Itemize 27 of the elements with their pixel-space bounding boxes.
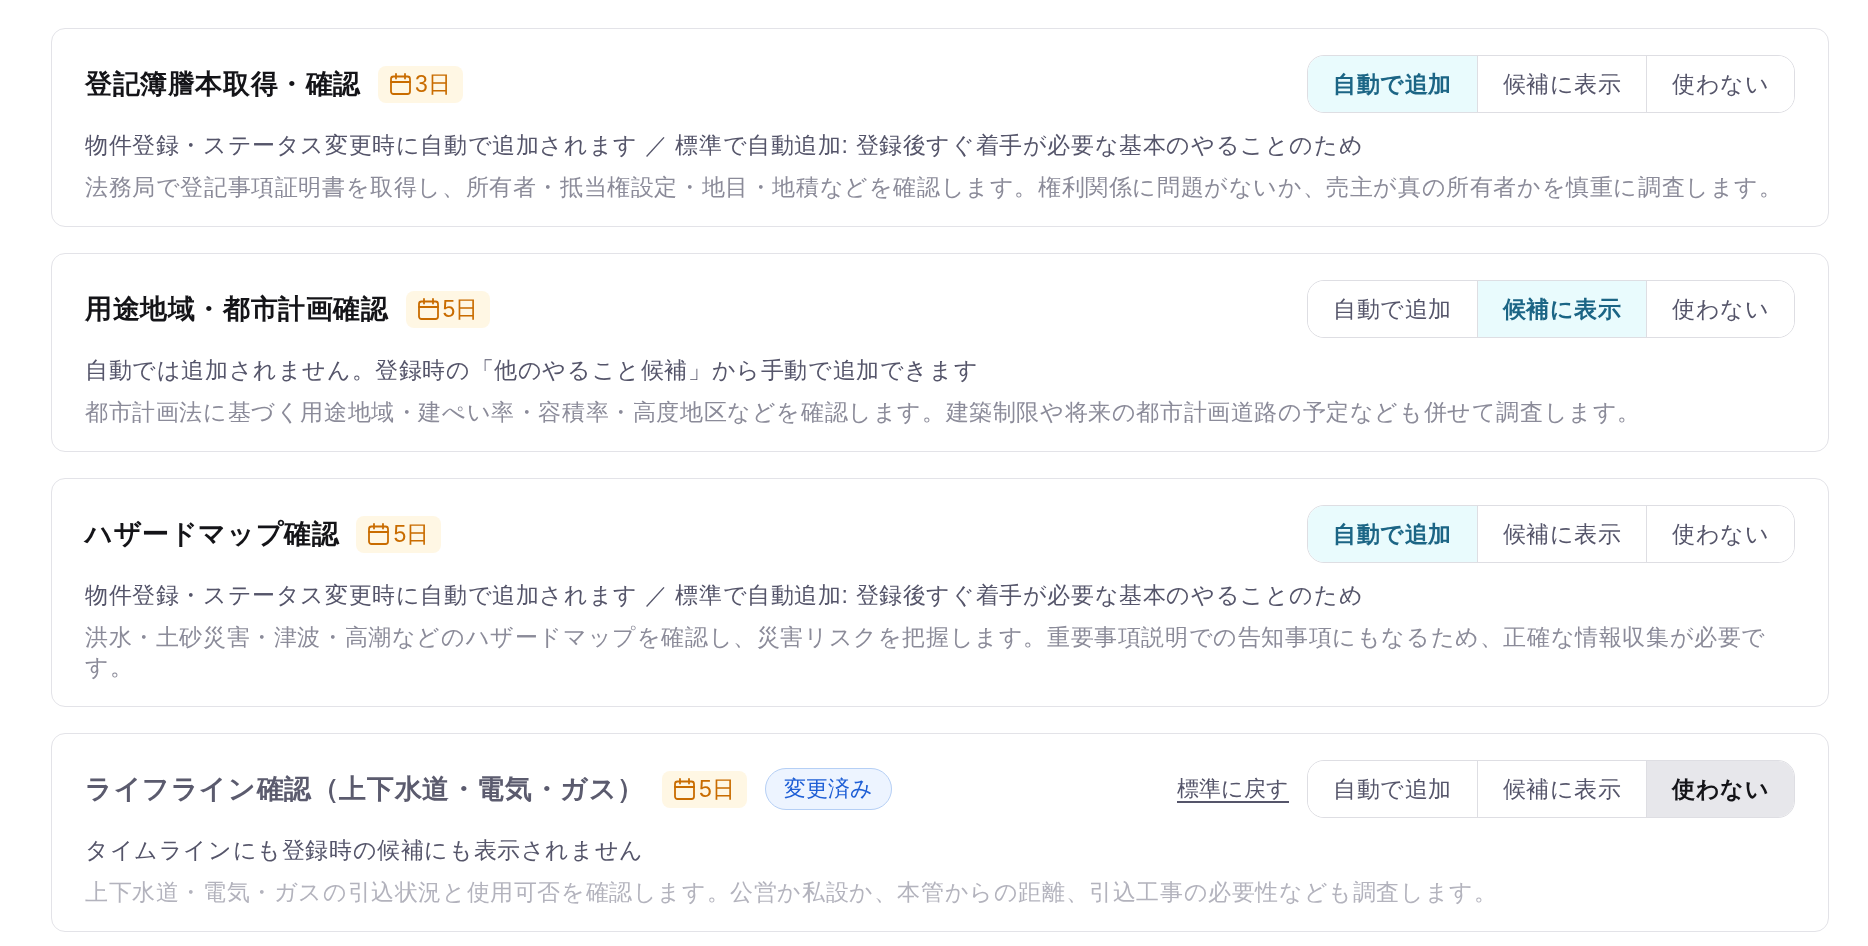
behavior-text: タイムラインにも登録時の候補にも表示されません (85, 836, 645, 865)
calendar-icon (390, 73, 411, 95)
mode-option-button[interactable]: 使わない (1646, 281, 1794, 337)
mode-option-button[interactable]: 使わない (1646, 506, 1794, 562)
task-title: ライフライン確認（上下水道・電気・ガス） (85, 773, 645, 806)
mode-option-button[interactable]: 候補に表示 (1476, 281, 1646, 337)
task-title: 登記簿謄本取得・確認 (85, 68, 361, 101)
duration-text: 5日 (393, 519, 430, 549)
detail-text: 洪水・土砂災害・津波・高潮などのハザードマップを確認し、災害リスクを把握します。重要事項説明での告知事項にもなるため、正確な情報収集が必要です。 (85, 623, 1767, 682)
task-title: ハザードマップ確認 (85, 518, 340, 551)
behavior-text: 物件登録・ステータス変更時に自動で追加されます ／ 標準で自動追加: 登録後すぐ着手が必要な基本のやることのため (85, 131, 1365, 160)
mode-option-button[interactable]: 使わない (1646, 56, 1794, 112)
calendar-icon (368, 523, 390, 545)
duration-text: 5日 (699, 774, 735, 804)
behavior-text: 物件登録・ステータス変更時に自動で追加されます ／ 標準で自動追加: 登録後すぐ着手が必要な基本のやることのため (85, 581, 1365, 610)
mode-option-button[interactable]: 自動で追加 (1308, 506, 1477, 562)
calendar-icon (674, 778, 695, 800)
calendar-icon (417, 298, 439, 320)
detail-text: 上下水道・電気・ガスの引込状況と使用可否を確認します。公営か私設か、本管からの距離、引込工事の必要性なども調査します。 (85, 878, 1499, 907)
task-title: 用途地域・都市計画確認 (85, 293, 389, 326)
mode-option-button[interactable]: 自動で追加 (1308, 56, 1477, 112)
duration-text: 5日 (442, 294, 479, 324)
detail-text: 都市計画法に基づく用途地域・建ぺい率・容積率・高度地区などを確認します。建築制限や将来の都市計画道路の予定なども併せて調査します。 (85, 398, 1642, 427)
duration-text: 3日 (415, 69, 451, 99)
behavior-text: 自動では追加されません。登録時の「他のやること候補」から手動で追加できます (85, 356, 980, 385)
detail-text: 法務局で登記事項証明書を取得し、所有者・抵当権設定・地目・地積などを確認します。権利関係に問題がないか、売主が真の所有者かを慎重に調査します。 (85, 173, 1784, 202)
changed-badge: 変更済み (764, 768, 892, 810)
